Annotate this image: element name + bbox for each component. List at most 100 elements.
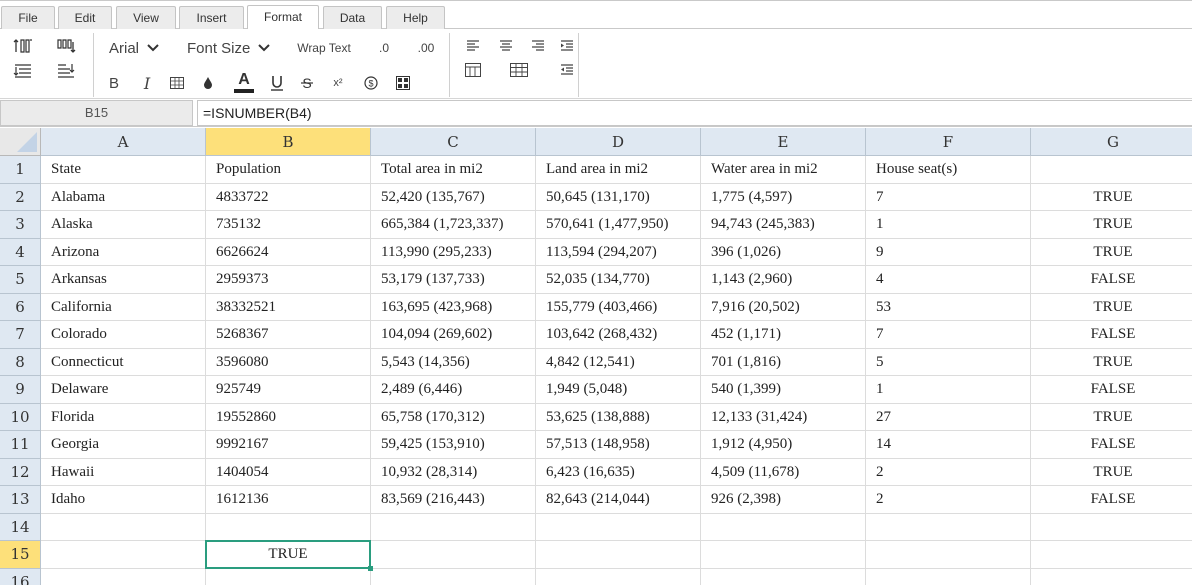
cell-a14[interactable] xyxy=(41,513,206,541)
cell-f15[interactable] xyxy=(866,541,1031,569)
cell-e5[interactable]: 1,143 (2,960) xyxy=(701,266,866,294)
cell-d9[interactable]: 1,949 (5,048) xyxy=(536,376,701,404)
cell-g1[interactable] xyxy=(1031,156,1192,184)
cell-d13[interactable]: 82,643 (214,044) xyxy=(536,486,701,514)
cell-g12[interactable]: TRUE xyxy=(1031,459,1192,486)
cell-a1[interactable]: State xyxy=(41,156,206,184)
row-header-7[interactable]: 7 xyxy=(0,321,41,349)
cell-d7[interactable]: 103,642 (268,432) xyxy=(536,321,701,349)
align-left-icon[interactable] xyxy=(464,38,482,54)
cell-g8[interactable]: TRUE xyxy=(1031,349,1192,376)
cell-b6[interactable]: 38332521 xyxy=(206,293,371,321)
cell-a7[interactable]: Colorado xyxy=(41,321,206,349)
cell-b15[interactable]: TRUE xyxy=(206,541,371,569)
fill-handle[interactable] xyxy=(368,565,373,571)
cell-b16[interactable] xyxy=(206,568,371,585)
cell-d6[interactable]: 155,779 (403,466) xyxy=(536,293,701,321)
cell-b9[interactable]: 925749 xyxy=(206,376,371,404)
cell-c16[interactable] xyxy=(371,568,536,585)
font-size-dropdown[interactable]: Font Size xyxy=(187,39,271,57)
cell-f7[interactable]: 7 xyxy=(866,321,1031,349)
cell-e14[interactable] xyxy=(701,513,866,541)
row-header-11[interactable]: 11 xyxy=(0,431,41,459)
cell-d1[interactable]: Land area in mi2 xyxy=(536,156,701,184)
align-right-icon[interactable] xyxy=(529,38,547,54)
cell-g4[interactable]: TRUE xyxy=(1031,239,1192,266)
cell-c9[interactable]: 2,489 (6,446) xyxy=(371,376,536,404)
name-box[interactable]: B15 xyxy=(0,100,193,126)
cell-e3[interactable]: 94,743 (245,383) xyxy=(701,211,866,239)
cell-e9[interactable]: 540 (1,399) xyxy=(701,376,866,404)
cell-c7[interactable]: 104,094 (269,602) xyxy=(371,321,536,349)
cell-c1[interactable]: Total area in mi2 xyxy=(371,156,536,184)
cell-g3[interactable]: TRUE xyxy=(1031,211,1192,239)
cell-f12[interactable]: 2 xyxy=(866,458,1031,486)
cell-g10[interactable]: TRUE xyxy=(1031,404,1192,431)
cell-b11[interactable]: 9992167 xyxy=(206,431,371,459)
cell-d8[interactable]: 4,842 (12,541) xyxy=(536,348,701,376)
bold-button[interactable]: B xyxy=(104,73,124,93)
cell-g7[interactable]: FALSE xyxy=(1031,321,1192,349)
cell-c4[interactable]: 113,990 (295,233) xyxy=(371,238,536,266)
cell-e11[interactable]: 1,912 (4,950) xyxy=(701,431,866,459)
row-header-9[interactable]: 9 xyxy=(0,376,41,404)
cell-g14[interactable] xyxy=(1031,514,1192,541)
cell-a9[interactable]: Delaware xyxy=(41,376,206,404)
row-header-13[interactable]: 13 xyxy=(0,486,41,514)
cell-c14[interactable] xyxy=(371,513,536,541)
align-center-icon[interactable] xyxy=(497,38,515,54)
cell-a4[interactable]: Arizona xyxy=(41,238,206,266)
font-color-icon[interactable]: A xyxy=(232,69,256,95)
row-header-16[interactable]: 16 xyxy=(0,568,41,585)
cell-e7[interactable]: 452 (1,171) xyxy=(701,321,866,349)
cell-f1[interactable]: House seat(s) xyxy=(866,156,1031,184)
formula-input[interactable]: =ISNUMBER(B4) xyxy=(197,100,1192,126)
cell-f2[interactable]: 7 xyxy=(866,183,1031,211)
cell-b14[interactable] xyxy=(206,513,371,541)
cell-b3[interactable]: 735132 xyxy=(206,211,371,239)
select-all-corner[interactable] xyxy=(0,128,41,156)
cell-a13[interactable]: Idaho xyxy=(41,486,206,514)
cell-g13[interactable]: FALSE xyxy=(1031,486,1192,514)
cell-c3[interactable]: 665,384 (1,723,337) xyxy=(371,211,536,239)
cell-e8[interactable]: 701 (1,816) xyxy=(701,348,866,376)
cell-b2[interactable]: 4833722 xyxy=(206,183,371,211)
cell-g9[interactable]: FALSE xyxy=(1031,376,1192,404)
tab-help[interactable]: Help xyxy=(386,6,445,30)
row-header-12[interactable]: 12 xyxy=(0,458,41,486)
column-header-e[interactable]: E xyxy=(701,128,866,156)
cell-b12[interactable]: 1404054 xyxy=(206,458,371,486)
cell-f3[interactable]: 1 xyxy=(866,211,1031,239)
cell-e15[interactable] xyxy=(701,541,866,569)
cell-b5[interactable]: 2959373 xyxy=(206,266,371,294)
row-header-4[interactable]: 4 xyxy=(0,238,41,266)
tab-view[interactable]: View xyxy=(116,6,176,30)
cell-f6[interactable]: 53 xyxy=(866,293,1031,321)
increase-decimal-button[interactable]: .00 xyxy=(412,39,440,57)
cell-e16[interactable] xyxy=(701,568,866,585)
row-header-6[interactable]: 6 xyxy=(0,293,41,321)
cell-g16[interactable] xyxy=(1031,569,1192,585)
row-header-2[interactable]: 2 xyxy=(0,183,41,211)
cell-c15[interactable] xyxy=(371,541,536,569)
cell-a5[interactable]: Arkansas xyxy=(41,266,206,294)
cell-d4[interactable]: 113,594 (294,207) xyxy=(536,238,701,266)
tab-insert[interactable]: Insert xyxy=(179,6,244,30)
cell-f8[interactable]: 5 xyxy=(866,348,1031,376)
cell-a11[interactable]: Georgia xyxy=(41,431,206,459)
cell-b4[interactable]: 6626624 xyxy=(206,238,371,266)
row-header-1[interactable]: 1 xyxy=(0,156,41,184)
cell-g11[interactable]: FALSE xyxy=(1031,431,1192,459)
underline-icon[interactable] xyxy=(267,73,287,93)
cell-d14[interactable] xyxy=(536,513,701,541)
cell-d12[interactable]: 6,423 (16,635) xyxy=(536,458,701,486)
cell-c10[interactable]: 65,758 (170,312) xyxy=(371,403,536,431)
strikethrough-icon[interactable]: S xyxy=(297,73,317,93)
italic-button[interactable]: I xyxy=(137,73,157,93)
cell-e2[interactable]: 1,775 (4,597) xyxy=(701,183,866,211)
column-header-c[interactable]: C xyxy=(371,128,536,156)
currency-icon[interactable]: $ xyxy=(361,73,381,93)
insert-row-icon[interactable] xyxy=(12,62,34,80)
tab-edit[interactable]: Edit xyxy=(58,6,112,30)
merge-cells-icon[interactable] xyxy=(464,62,482,78)
